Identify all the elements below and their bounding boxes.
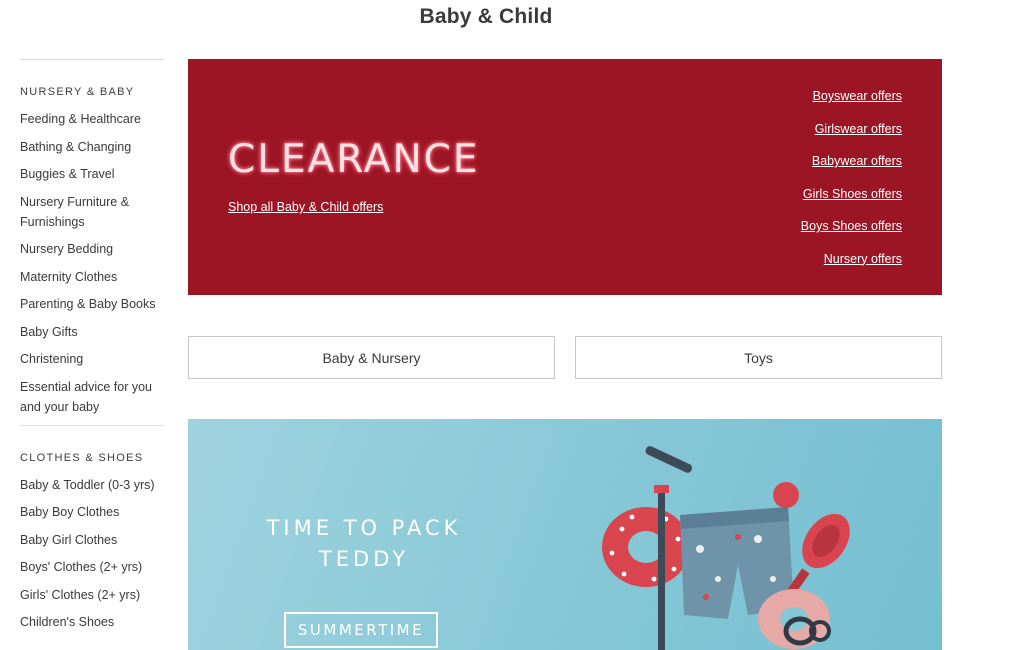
sidebar-heading-clothes-shoes: CLOTHES & SHOES: [20, 451, 144, 464]
summertime-button[interactable]: SUMMERTIME: [284, 612, 438, 648]
sidebar-heading-nursery-baby: NURSERY & BABY: [20, 86, 135, 98]
sidebar-divider: [20, 59, 164, 60]
sidebar-item-bathing-changing[interactable]: Bathing & Changing: [20, 137, 164, 157]
sidebar-item-girls-clothes[interactable]: Girls' Clothes (2+ yrs): [20, 585, 164, 605]
sidebar-item-maternity-clothes[interactable]: Maternity Clothes: [20, 267, 164, 287]
sidebar-item-baby-girl-clothes[interactable]: Baby Girl Clothes: [20, 530, 164, 550]
baby-nursery-button[interactable]: Baby & Nursery: [188, 336, 555, 379]
summertime-banner[interactable]: TIME TO PACK TEDDY SUMMERTIME: [188, 419, 942, 650]
toys-button[interactable]: Toys: [575, 336, 942, 379]
clearance-title: CLEARANCE: [228, 137, 480, 182]
sidebar-nav: NURSERY & BABY Feeding & Healthcare Bath…: [20, 59, 164, 640]
boyswear-offers-link[interactable]: Boyswear offers: [801, 88, 902, 104]
sidebar-item-essential-advice[interactable]: Essential advice for you and your baby: [20, 377, 164, 417]
sidebar-item-baby-boy-clothes[interactable]: Baby Boy Clothes: [20, 502, 164, 522]
babywear-offers-link[interactable]: Babywear offers: [801, 153, 902, 169]
sidebar-list-clothes-shoes: Baby & Toddler (0-3 yrs) Baby Boy Clothe…: [20, 475, 164, 633]
nursery-offers-link[interactable]: Nursery offers: [801, 251, 902, 267]
girlswear-offers-link[interactable]: Girlswear offers: [801, 121, 902, 137]
sidebar-item-nursery-furniture[interactable]: Nursery Furniture & Furnishings: [20, 192, 164, 232]
sidebar-item-feeding-healthcare[interactable]: Feeding & Healthcare: [20, 109, 164, 129]
sidebar-divider: [20, 424, 164, 426]
sidebar-list-nursery-baby: Feeding & Healthcare Bathing & Changing …: [20, 109, 164, 417]
sidebar-item-christening[interactable]: Christening: [20, 349, 164, 369]
girls-shoes-offers-link[interactable]: Girls Shoes offers: [801, 186, 902, 202]
sidebar-item-boys-clothes[interactable]: Boys' Clothes (2+ yrs): [20, 557, 164, 577]
sidebar-item-parenting-books[interactable]: Parenting & Baby Books: [20, 294, 164, 314]
summer-banner-title: TIME TO PACK TEDDY: [266, 516, 462, 571]
sidebar-item-nursery-bedding[interactable]: Nursery Bedding: [20, 239, 164, 259]
page-title: Baby & Child: [419, 5, 553, 28]
sidebar-item-childrens-shoes[interactable]: Children's Shoes: [20, 612, 164, 632]
summer-toys-illustration: [602, 446, 850, 650]
inflatable-ring-image: [602, 507, 690, 587]
boys-shoes-offers-link[interactable]: Boys Shoes offers: [801, 218, 902, 234]
shop-all-offers-link[interactable]: Shop all Baby & Child offers: [228, 200, 383, 214]
sidebar-item-baby-toddler[interactable]: Baby & Toddler (0-3 yrs): [20, 475, 164, 495]
clearance-banner[interactable]: CLEARANCE Shop all Baby & Child offers B…: [188, 59, 942, 295]
ball-image: [773, 482, 799, 508]
sidebar-item-buggies-travel[interactable]: Buggies & Travel: [20, 164, 164, 184]
sidebar-item-baby-gifts[interactable]: Baby Gifts: [20, 322, 164, 342]
offers-list: Boyswear offers Girlswear offers Babywea…: [801, 88, 902, 283]
